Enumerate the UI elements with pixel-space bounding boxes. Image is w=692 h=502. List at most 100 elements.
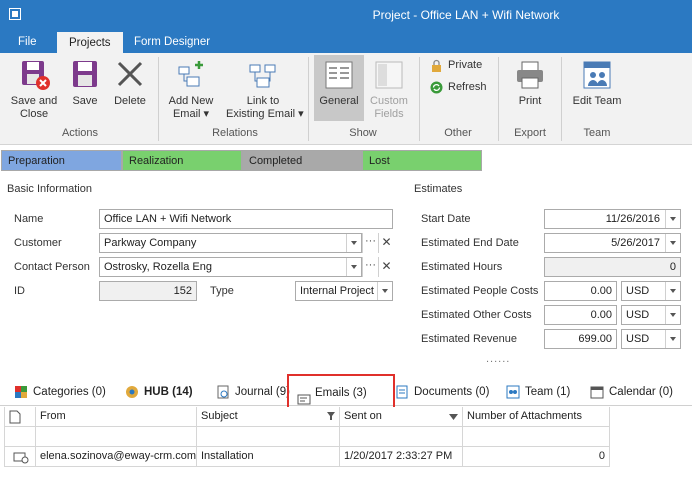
stage-label: Realization xyxy=(129,155,184,167)
save-button[interactable]: Save xyxy=(66,59,104,108)
title-bar: Project - Office LAN + Wifi Network xyxy=(0,0,692,31)
sent-on-header-label: Sent on xyxy=(344,410,382,422)
contact-browse-button[interactable]: ··· xyxy=(362,257,378,277)
currency-dropdown-icon[interactable] xyxy=(665,306,680,324)
filter-cell[interactable] xyxy=(340,427,463,447)
customer-field[interactable]: Parkway Company xyxy=(99,233,362,253)
type-select[interactable]: Internal Project xyxy=(295,281,393,301)
stage-lost[interactable]: Lost xyxy=(362,150,482,171)
print-label: Print xyxy=(518,95,542,107)
id-label: ID xyxy=(14,285,25,297)
name-field[interactable]: Office LAN + Wifi Network xyxy=(99,209,393,229)
save-close-icon xyxy=(18,59,50,91)
currency-dropdown-icon[interactable] xyxy=(665,330,680,348)
stage-completed[interactable]: Completed xyxy=(242,150,362,171)
filter-icon[interactable] xyxy=(327,412,335,420)
other-costs-currency[interactable]: USD xyxy=(621,305,681,325)
print-button[interactable]: Print xyxy=(508,59,552,108)
estimates-heading: Estimates xyxy=(414,183,463,195)
relation-tabs: Categories (0) HUB (14) Journal (9) Emai… xyxy=(0,374,692,412)
group-other: Other xyxy=(444,127,472,139)
type-label: Type xyxy=(210,285,234,297)
tab-emails[interactable]: Emails (3) xyxy=(287,374,395,412)
private-label: Private xyxy=(448,59,483,71)
tab-categories[interactable]: Categories (0) xyxy=(14,384,106,400)
column-header-subject[interactable]: Subject xyxy=(197,407,340,427)
tab-label: Documents (0) xyxy=(414,386,490,398)
customer-clear-button[interactable]: ✕ xyxy=(378,233,394,253)
tab-file[interactable]: File xyxy=(6,31,49,53)
end-date-dropdown-icon[interactable] xyxy=(665,234,680,252)
table-row-sent-on[interactable]: 1/20/2017 2:33:27 PM xyxy=(340,447,463,467)
start-date-field[interactable]: 11/26/2016 xyxy=(544,209,681,229)
table-row-attachments[interactable]: 0 xyxy=(463,447,610,467)
refresh-icon xyxy=(430,81,443,94)
filter-cell[interactable] xyxy=(197,427,340,447)
stage-label: Completed xyxy=(249,155,303,167)
tab-projects[interactable]: Projects xyxy=(57,32,123,53)
start-date-value: 11/26/2016 xyxy=(605,213,660,225)
tab-form-designer[interactable]: Form Designer xyxy=(122,31,222,53)
filter-cell[interactable] xyxy=(36,427,197,447)
contact-dropdown-icon[interactable] xyxy=(346,258,361,276)
tab-label: Emails (3) xyxy=(315,387,367,399)
contact-person-field[interactable]: Ostrosky, Rozella Eng xyxy=(99,257,362,277)
add-new-email-button[interactable]: Add New Email ▾ xyxy=(162,59,220,121)
more-indicator[interactable]: ...... xyxy=(486,353,510,365)
column-header-from[interactable]: From xyxy=(36,407,197,427)
menu-tabs: File Projects Form Designer xyxy=(0,31,692,53)
table-row-from[interactable]: elena.sozinova@eway-crm.com xyxy=(36,447,197,467)
tab-documents[interactable]: Documents (0) xyxy=(395,384,489,400)
end-date-field[interactable]: 5/26/2017 xyxy=(544,233,681,253)
tab-team[interactable]: Team (1) xyxy=(506,384,570,400)
private-button[interactable]: Private xyxy=(430,57,482,73)
delete-button[interactable]: Delete xyxy=(110,59,150,108)
subject-header-label: Subject xyxy=(201,410,238,422)
general-button[interactable]: General xyxy=(314,55,364,121)
people-costs-label: Estimated People Costs xyxy=(421,285,539,297)
stage-preparation[interactable]: Preparation xyxy=(1,150,122,171)
tab-calendar[interactable]: Calendar (0) xyxy=(590,384,673,400)
custom-fields-button[interactable]: Custom Fields xyxy=(366,59,412,121)
revenue-currency[interactable]: USD xyxy=(621,329,681,349)
revenue-field[interactable]: 699.00 xyxy=(544,329,617,349)
column-header-sent-on[interactable]: Sent on xyxy=(340,407,463,427)
filter-cell[interactable] xyxy=(463,427,610,447)
general-icon xyxy=(323,59,355,91)
link-existing-email-label: Link to Existing Email ▾ xyxy=(226,95,304,120)
tab-journal[interactable]: Journal (9) xyxy=(216,384,290,400)
link-existing-email-button[interactable]: Link to Existing Email ▾ xyxy=(226,59,304,121)
basic-info-heading: Basic Information xyxy=(7,183,92,195)
customer-browse-button[interactable]: ··· xyxy=(362,233,378,253)
tab-label: Team (1) xyxy=(525,386,571,398)
delete-icon xyxy=(114,59,146,91)
contact-clear-button[interactable]: ✕ xyxy=(378,257,394,277)
currency-dropdown-icon[interactable] xyxy=(665,282,680,300)
people-costs-currency[interactable]: USD xyxy=(621,281,681,301)
custom-fields-icon xyxy=(373,59,405,91)
group-separator xyxy=(308,57,309,141)
stage-realization[interactable]: Realization xyxy=(122,150,242,171)
table-row-subject[interactable]: Installation xyxy=(197,447,340,467)
hub-icon xyxy=(125,385,139,399)
people-costs-field[interactable]: 0.00 xyxy=(544,281,617,301)
filter-cell[interactable] xyxy=(4,427,36,447)
tab-label: Calendar (0) xyxy=(609,386,673,398)
edit-team-button[interactable]: Edit Team xyxy=(568,59,626,108)
start-date-dropdown-icon[interactable] xyxy=(665,210,680,228)
column-header-attachments[interactable]: Number of Attachments xyxy=(463,407,610,427)
printer-icon xyxy=(514,59,546,91)
tab-hub[interactable]: HUB (14) xyxy=(125,384,193,400)
add-new-email-label: Add New Email ▾ xyxy=(168,95,214,120)
refresh-button[interactable]: Refresh xyxy=(430,79,487,95)
end-date-value: 5/26/2017 xyxy=(611,237,660,249)
save-and-close-button[interactable]: Save and Close xyxy=(6,59,62,121)
column-header-icon[interactable] xyxy=(4,407,36,427)
edit-team-label: Edit Team xyxy=(572,95,622,107)
type-dropdown-icon[interactable] xyxy=(377,282,392,300)
lock-icon xyxy=(430,59,443,72)
currency-value: USD xyxy=(626,309,650,321)
other-costs-field[interactable]: 0.00 xyxy=(544,305,617,325)
customer-dropdown-icon[interactable] xyxy=(346,234,361,252)
table-row-icon-cell[interactable] xyxy=(4,447,36,467)
